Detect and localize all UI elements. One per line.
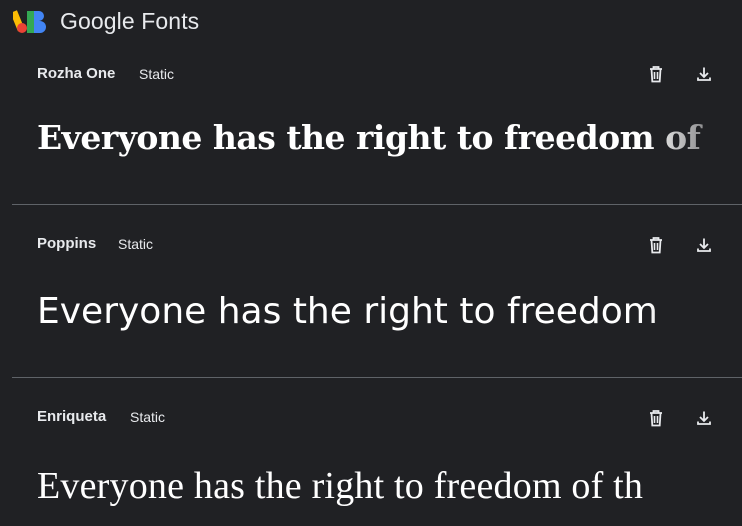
delete-icon [650, 410, 662, 427]
download-icon [697, 238, 711, 252]
app-title[interactable]: Google Fonts [60, 8, 199, 35]
font-name[interactable]: Rozha One [37, 65, 115, 82]
download-icon [697, 411, 711, 425]
delete-icon [650, 237, 662, 254]
download-icon [697, 67, 711, 81]
delete-button[interactable] [642, 231, 670, 259]
font-card-poppins[interactable]: Poppins Static Everyone has the right to… [12, 205, 742, 377]
font-sample-text: Everyone has the right to freedom [37, 291, 658, 332]
font-card-rozha-one[interactable]: Rozha One Static Everyone has the right … [12, 46, 742, 204]
download-button[interactable] [690, 60, 718, 88]
font-sample-text: Everyone has the right to freedom of th [37, 465, 644, 507]
google-fonts-page: Google Fonts Rozha One Static Everyone h… [0, 0, 742, 526]
delete-button[interactable] [642, 60, 670, 88]
delete-icon [650, 66, 662, 83]
header: Google Fonts [0, 0, 742, 46]
download-button[interactable] [690, 231, 718, 259]
font-type-label: Static [130, 409, 166, 425]
font-sample-text: Everyone has the right to freedom of [37, 118, 701, 157]
delete-button[interactable] [642, 404, 670, 432]
font-name[interactable]: Poppins [37, 235, 96, 252]
google-fonts-logo-icon[interactable] [13, 9, 47, 35]
font-type-label: Static [139, 66, 175, 82]
font-type-label: Static [118, 236, 154, 252]
font-card-enriqueta[interactable]: Enriqueta Static Everyone has the right … [12, 378, 742, 526]
download-button[interactable] [690, 404, 718, 432]
font-name[interactable]: Enriqueta [37, 408, 106, 425]
